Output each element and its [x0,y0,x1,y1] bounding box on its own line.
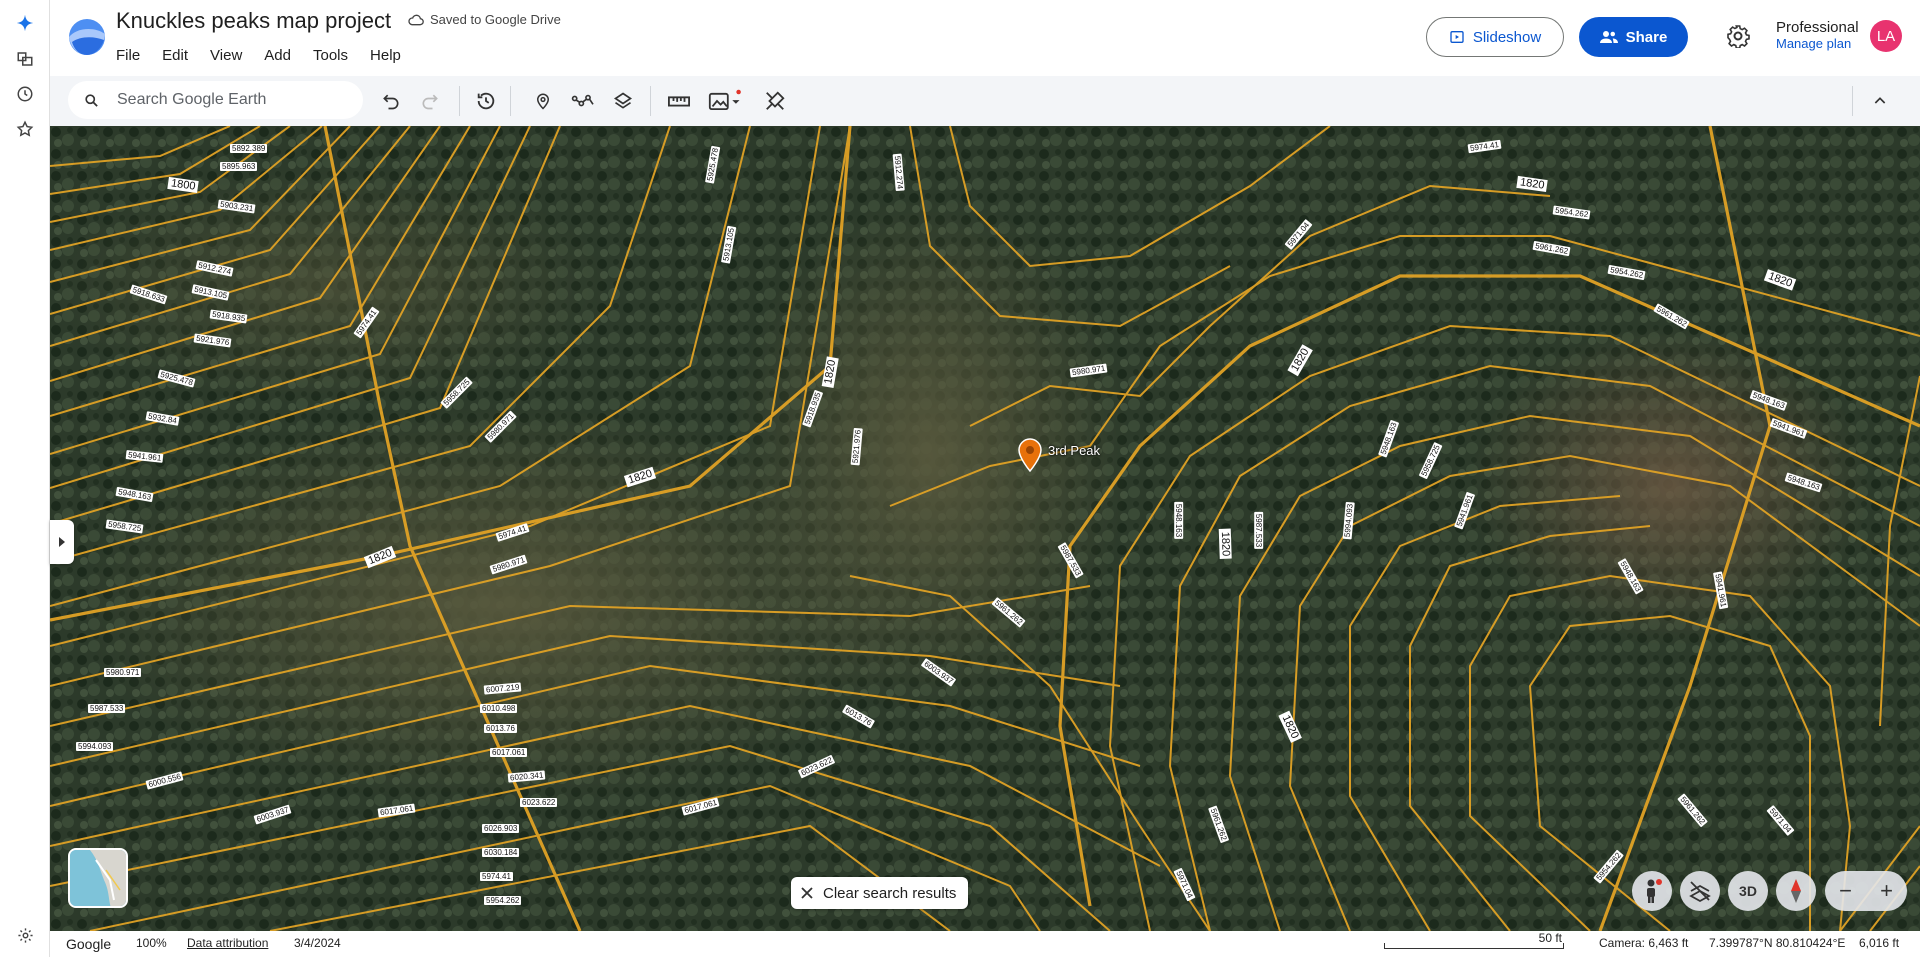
placemark-label[interactable]: 3rd Peak [1048,443,1100,458]
path-icon[interactable] [570,88,596,114]
slideshow-icon [1450,31,1464,43]
share-button[interactable]: Share [1579,17,1688,57]
zoom-level: 100% [136,936,167,950]
elevation-label: 5974.41 [480,872,513,881]
clear-search-results-button[interactable]: Clear search results [791,877,969,909]
elevation-label: 6010.498 [480,704,518,713]
elevation-label: 6013.76 [484,724,517,733]
history-icon[interactable] [473,88,499,114]
menu-file[interactable]: File [116,47,151,64]
elevation-label: 5987.533 [1254,511,1264,550]
tilt-icon [1689,881,1711,903]
sidebar-toggle[interactable] [50,520,74,564]
map-style-thumbnail[interactable] [68,848,128,908]
collapse-icon[interactable] [1867,88,1893,114]
projects-icon[interactable] [12,46,38,72]
avatar[interactable]: LA [1870,20,1902,52]
menu-bar: File Edit View Add Tools Help [116,47,412,64]
view-3d-button[interactable]: 3D [1728,871,1768,911]
zoom-controls: − + [1825,871,1907,911]
google-brand: Google [66,936,112,952]
map-view[interactable]: 1800 1820 1820 1820 1820 1820 1820 1820 … [50,126,1920,931]
elevation-label: 5895.963 [220,162,258,171]
pegman-button[interactable] [1632,871,1672,911]
elevation-label: 6023.622 [520,798,558,807]
compass-icon [1791,879,1801,903]
toolbar [50,76,1920,126]
menu-add[interactable]: Add [253,47,302,64]
recent-icon[interactable] [12,81,38,107]
elevation-label: 5994.093 [76,742,114,751]
map-thumbnail-icon [70,850,126,906]
scale-label: 50 ft [1538,931,1562,945]
google-earth-logo [68,18,106,56]
gemini-icon[interactable] [12,10,38,36]
camera-altitude: Camera: 6,463 ft [1599,936,1689,950]
favorites-icon[interactable] [12,116,38,142]
zoom-in-icon[interactable]: + [1880,880,1893,902]
saved-status-text: Saved to Google Drive [430,12,561,27]
menu-tools[interactable]: Tools [302,47,359,64]
gear-icon[interactable] [1726,24,1752,50]
saved-status: Saved to Google Drive [408,12,561,27]
plan-name: Professional [1776,19,1859,36]
undo-icon[interactable] [378,88,404,114]
placemark-pin-icon[interactable] [1016,438,1044,472]
ground-elevation: 6,016 ft [1859,936,1900,950]
elevation-label: 6017.061 [490,748,528,757]
ruler-icon[interactable] [666,88,692,114]
menu-help[interactable]: Help [359,47,412,64]
app-header: Knuckles peaks map project Saved to Goog… [50,0,1920,72]
cloud-icon [408,14,424,25]
zoom-out-icon[interactable]: − [1839,880,1852,902]
data-attribution-link[interactable]: Data attribution [187,936,268,950]
coordinates: 7.399787°N 80.810424°E [1709,936,1846,950]
search-box [68,81,363,119]
plan-info: Professional Manage plan [1776,20,1859,52]
compass-button[interactable] [1776,871,1816,911]
satellite-terrain [50,126,1920,931]
imagery-date: 3/4/2024 [294,936,341,950]
people-icon [1599,31,1618,43]
layers-icon[interactable] [610,88,636,114]
settings-icon[interactable] [12,922,38,948]
search-input[interactable] [117,91,347,109]
elevation-label: 5954.262 [484,896,522,905]
pegman-icon [1647,879,1662,903]
slideshow-label: Slideshow [1472,28,1542,46]
tilt-toggle-button[interactable] [1680,871,1720,911]
chevron-right-icon [59,537,65,547]
manage-plan-link[interactable]: Manage plan [1776,36,1859,52]
elevation-label: 5892.389 [230,144,268,153]
edit-tools-icon[interactable] [762,88,788,114]
elevation-label: 5987.533 [88,704,126,713]
elevation-label: 5980.971 [104,668,142,677]
elevation-label: 5948.163 [1174,501,1184,540]
elevation-label: 6026.903 [482,824,520,833]
elevation-label: 6030.184 [482,848,520,857]
slideshow-button[interactable]: Slideshow [1426,17,1564,57]
menu-edit[interactable]: Edit [151,47,199,64]
scale-bar: 50 ft [1384,931,1564,951]
close-icon [801,887,813,899]
menu-view[interactable]: View [199,47,253,64]
left-rail [0,0,50,957]
status-bar: Google 100% Data attribution 3/4/2024 50… [50,931,1920,957]
search-icon [85,93,98,107]
contour-label: 1820 [1218,528,1232,560]
image-overlay-icon[interactable] [706,88,746,114]
share-label: Share [1625,28,1668,46]
redo-icon[interactable] [417,88,443,114]
project-title[interactable]: Knuckles peaks map project [116,8,391,34]
clear-search-results-label: Clear search results [823,884,957,902]
placemark-icon[interactable] [530,88,556,114]
